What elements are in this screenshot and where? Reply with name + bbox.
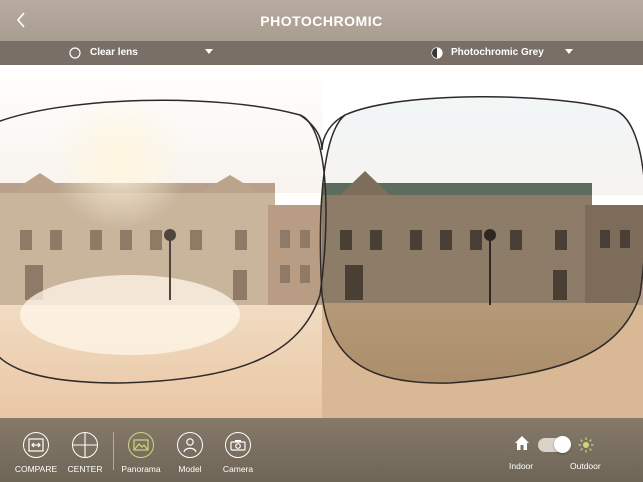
compare-label: COMPARE <box>14 464 58 474</box>
right-lens-label: Photochromic Grey <box>451 47 544 58</box>
compare-button[interactable]: COMPARE <box>11 432 61 474</box>
camera-icon-circle <box>225 432 251 458</box>
center-icon-circle <box>72 432 98 458</box>
camera-icon <box>230 440 246 451</box>
compare-icon-circle <box>23 432 49 458</box>
compare-icon <box>28 438 44 452</box>
back-button[interactable] <box>10 8 32 32</box>
camera-button[interactable]: Camera <box>213 432 263 474</box>
caret-down-icon <box>205 49 213 54</box>
model-icon-circle <box>177 432 203 458</box>
panorama-label: Panorama <box>121 464 161 474</box>
left-lens-label: Clear lens <box>90 47 138 58</box>
lens-preview-scene <box>0 65 643 418</box>
camera-label: Camera <box>222 464 254 474</box>
center-label: CENTER <box>67 464 103 474</box>
lens-selector-bar: Clear lens Photochromic Grey <box>0 41 643 65</box>
toggle-knob <box>554 436 571 453</box>
center-button[interactable]: CENTER <box>60 432 110 474</box>
outdoor-label: Outdoor <box>570 461 601 471</box>
half-circle-icon <box>431 47 443 59</box>
model-button[interactable]: Model <box>165 432 215 474</box>
chevron-left-icon <box>16 12 25 28</box>
left-lens-dropdown[interactable]: Clear lens <box>0 41 321 65</box>
person-icon <box>183 438 197 453</box>
empty-circle-icon <box>69 47 81 59</box>
sun-icon <box>578 437 594 453</box>
panorama-button[interactable]: Panorama <box>116 432 166 474</box>
indoor-outdoor-toggle[interactable] <box>538 436 571 453</box>
home-icon <box>515 436 529 450</box>
panorama-icon-circle <box>128 432 154 458</box>
right-lens-dropdown[interactable]: Photochromic Grey <box>321 41 642 65</box>
model-label: Model <box>178 464 202 474</box>
caret-down-icon <box>565 49 573 54</box>
crosshair-icon <box>73 433 97 457</box>
panorama-icon <box>133 439 149 451</box>
scene-illustration <box>0 65 643 418</box>
page-title: PHOTOCHROMIC <box>260 12 383 29</box>
toolbar-divider <box>113 432 114 470</box>
app-header: PHOTOCHROMIC <box>0 0 643 41</box>
indoor-label: Indoor <box>509 461 534 471</box>
